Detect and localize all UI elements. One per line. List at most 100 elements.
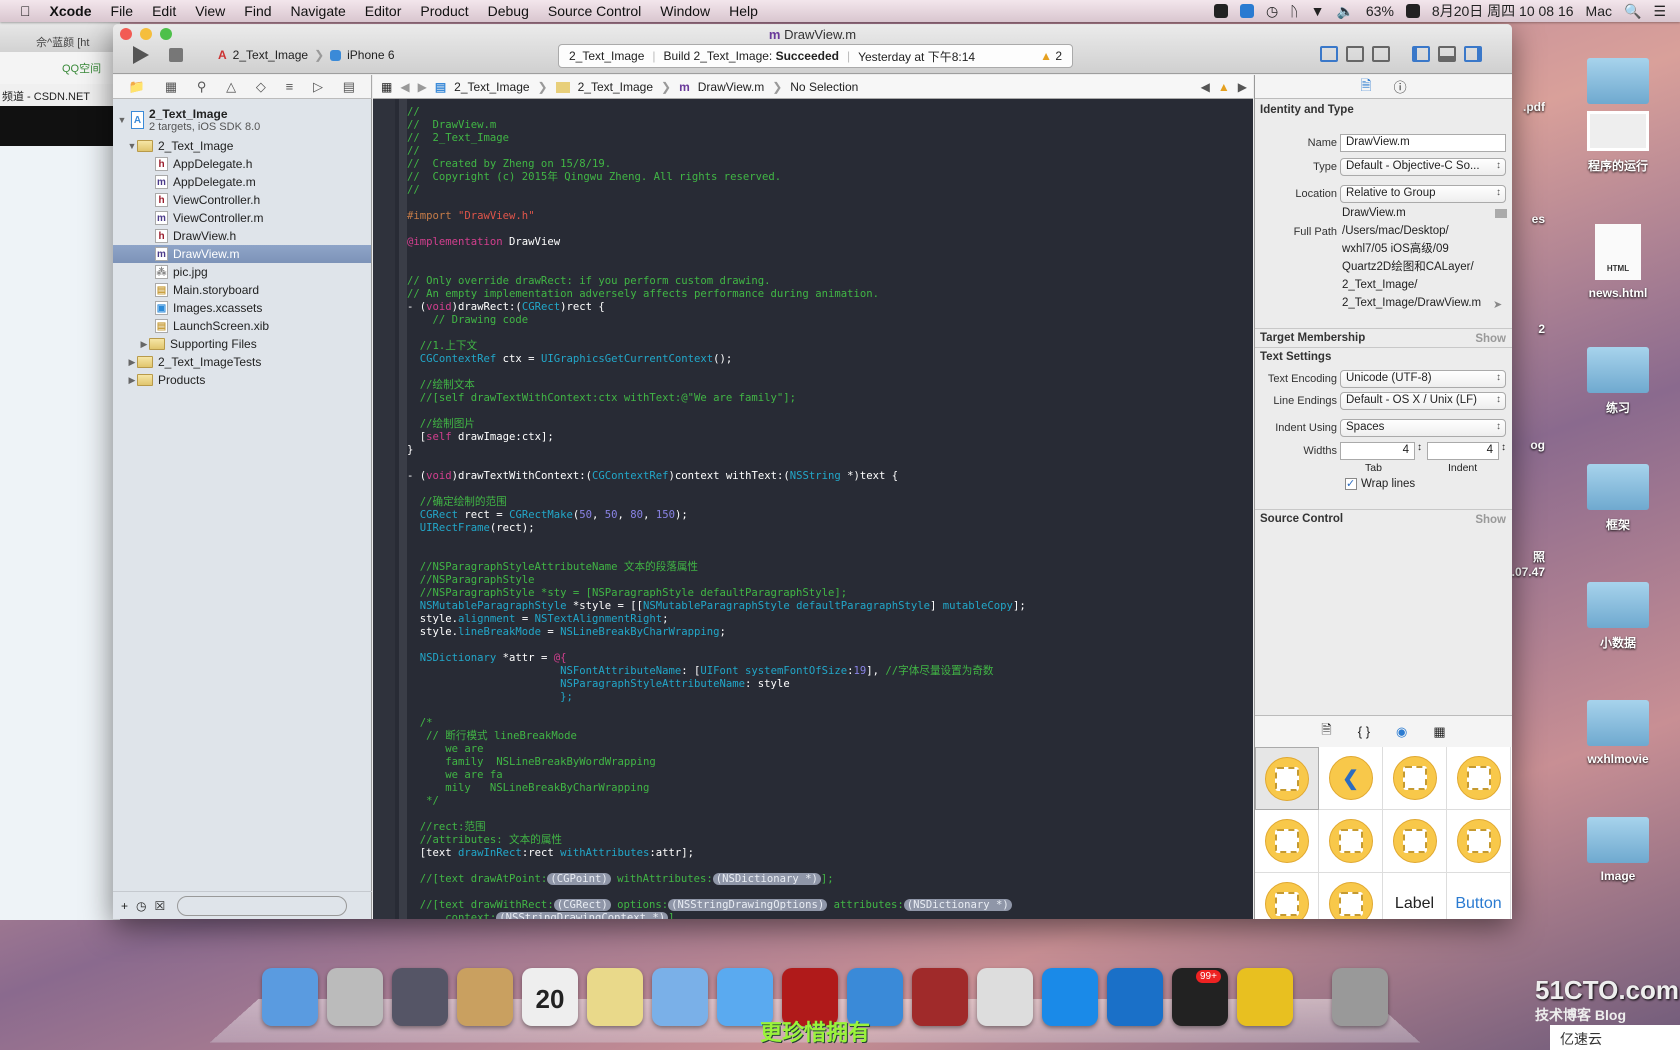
target-membership-header[interactable]: Target Membership Show xyxy=(1255,328,1512,348)
desktop-icon[interactable]: Image xyxy=(1568,817,1668,883)
library-item-navigation[interactable]: ❮ xyxy=(1319,747,1383,810)
menu-help[interactable]: Help xyxy=(729,3,758,19)
debug-navigator-icon[interactable]: ≡ xyxy=(286,79,294,94)
library-item-table[interactable] xyxy=(1383,747,1447,810)
file-item[interactable]: h AppDelegate.h xyxy=(113,155,371,173)
project-root[interactable]: ▼ A 2_Text_Image 2 targets, iOS SDK 8.0 xyxy=(113,105,371,135)
dock-finder-icon[interactable] xyxy=(262,968,318,1026)
dock-notes-icon[interactable] xyxy=(587,968,643,1026)
file-item[interactable]: h ViewController.h xyxy=(113,191,371,209)
warning-badge[interactable]: ▲ 2 xyxy=(1040,49,1062,63)
library-item-toolbar[interactable] xyxy=(1319,810,1383,873)
source-control-show[interactable]: Show xyxy=(1475,514,1506,526)
library-item-object[interactable] xyxy=(1447,810,1511,873)
file-item[interactable]: h DrawView.h xyxy=(113,227,371,245)
issue-navigator-icon[interactable]: △ xyxy=(226,79,236,95)
navigator-filter-input[interactable] xyxy=(177,895,348,916)
scheme-name[interactable]: 2_Text_Image xyxy=(233,48,308,62)
quick-help-icon[interactable]: ⓘ xyxy=(1394,77,1407,96)
dock-dictionary-icon[interactable] xyxy=(912,968,968,1026)
library-item-button[interactable]: Button xyxy=(1447,873,1511,919)
browser-tab[interactable]: 佘^蓝颜 [ht xyxy=(0,22,120,52)
disclosure-closed-icon[interactable]: ▶ xyxy=(127,375,137,386)
stop-button[interactable] xyxy=(169,48,183,62)
tab-width-field[interactable]: 4 xyxy=(1340,442,1415,460)
library-item-tab-bar[interactable] xyxy=(1447,747,1511,810)
desktop-icon[interactable]: 练习 xyxy=(1568,346,1668,416)
apple-menu-icon[interactable]:  xyxy=(20,3,31,19)
file-item[interactable]: ▶ Supporting Files xyxy=(113,335,371,353)
indent-width-field[interactable]: 4 xyxy=(1427,442,1499,460)
desktop-icon[interactable]: 程序的运行 xyxy=(1568,111,1668,174)
code-text[interactable]: //// DrawView.m// 2_Text_Image//// Creat… xyxy=(407,106,1026,919)
file-item[interactable]: ▶ Products xyxy=(113,371,371,389)
unsaved-filter-icon[interactable]: ☒ xyxy=(155,899,166,913)
jumpbar-item[interactable]: 2_Text_Image xyxy=(578,80,653,94)
dock-contacts-icon[interactable] xyxy=(457,968,513,1026)
browser-bookmark-qzone[interactable]: QQ空间 xyxy=(0,52,120,84)
clock[interactable]: 8月20日 周四 10 08 16 xyxy=(1432,1,1574,21)
object-library-icon[interactable]: ◉ xyxy=(1396,724,1407,740)
issue-warning-icon[interactable]: ▲ xyxy=(1218,80,1230,94)
placeholder-token[interactable]: (CGRect) xyxy=(553,899,611,911)
dock-safari-icon[interactable] xyxy=(977,968,1033,1026)
test-navigator-icon[interactable]: ◇ xyxy=(256,79,266,95)
time-machine-icon[interactable]: ◷ xyxy=(1266,3,1278,20)
scheme-selector[interactable]: A 2_Text_Image ❯ iPhone 6 xyxy=(218,48,395,62)
file-template-library-icon[interactable]: 🗎 xyxy=(1321,721,1331,743)
dock-qq-icon[interactable]: 99+ xyxy=(1172,968,1228,1026)
menu-editor[interactable]: Editor xyxy=(365,3,402,19)
line-endings-popup[interactable]: Default - OS X / Unix (LF) xyxy=(1340,392,1506,410)
symbol-navigator-icon[interactable]: ▦ xyxy=(165,79,177,95)
version-editor-icon[interactable] xyxy=(1372,46,1390,62)
file-item[interactable]: ▼ 2_Text_Image xyxy=(113,137,371,155)
next-issue-icon[interactable]: ▶ xyxy=(1238,80,1247,94)
placeholder-token[interactable]: (NSDictionary *) xyxy=(903,899,1012,911)
file-item[interactable]: m DrawView.m xyxy=(113,245,371,263)
menu-window[interactable]: Window xyxy=(660,3,710,19)
wifi-icon[interactable]: ▼ xyxy=(1311,3,1325,19)
menu-file[interactable]: File xyxy=(111,3,134,19)
device-name[interactable]: iPhone 6 xyxy=(347,48,394,62)
file-item[interactable]: ▤ LaunchScreen.xib xyxy=(113,317,371,335)
file-item[interactable]: ⁂ pic.jpg xyxy=(113,263,371,281)
file-item[interactable]: ▣ Images.xcassets xyxy=(113,299,371,317)
dock-music-icon[interactable] xyxy=(1237,968,1293,1026)
placeholder-token[interactable]: (NSStringDrawingOptions) xyxy=(668,899,828,911)
file-item[interactable]: ▤ Main.storyboard xyxy=(113,281,371,299)
recent-files-icon[interactable]: ◷ xyxy=(136,899,146,913)
volume-icon[interactable]: 🔈 xyxy=(1336,3,1353,20)
disclosure-closed-icon[interactable]: ▶ xyxy=(127,357,137,368)
menu-edit[interactable]: Edit xyxy=(152,3,176,19)
placeholder-token[interactable]: (NSDictionary *) xyxy=(712,873,821,885)
s-app-icon[interactable] xyxy=(1405,4,1420,18)
bluetooth-icon[interactable]: ᚢ xyxy=(1290,3,1298,19)
media-library-icon[interactable]: ▦ xyxy=(1433,724,1445,740)
library-item-split-view[interactable] xyxy=(1255,810,1319,873)
placeholder-token[interactable]: (CGPoint) xyxy=(547,873,611,885)
dock-launchpad-icon[interactable] xyxy=(327,968,383,1026)
back-icon[interactable]: ◀ xyxy=(400,80,409,94)
disclosure-open-icon[interactable]: ▼ xyxy=(127,141,137,151)
placeholder-token[interactable]: (NSStringDrawingContext *) xyxy=(496,912,669,919)
related-items-icon[interactable]: ▦ xyxy=(381,80,392,94)
desktop-icon[interactable]: wxhlmovie xyxy=(1568,699,1668,766)
type-popup[interactable]: Default - Objective-C So... xyxy=(1340,158,1506,176)
target-membership-show[interactable]: Show xyxy=(1475,333,1506,345)
wrap-lines-checkbox[interactable]: ✓ Wrap lines xyxy=(1345,478,1415,490)
prev-issue-icon[interactable]: ◀ xyxy=(1201,80,1210,94)
menu-view[interactable]: View xyxy=(195,3,225,19)
indent-using-popup[interactable]: Spaces xyxy=(1340,419,1506,437)
spotlight-icon[interactable]: 🔍 xyxy=(1624,3,1641,20)
project-navigator-icon[interactable]: 📁 xyxy=(129,79,145,95)
menu-source-control[interactable]: Source Control xyxy=(548,3,641,19)
dock-calendar-icon[interactable]: 20 xyxy=(522,968,578,1026)
forward-icon[interactable]: ▶ xyxy=(418,80,427,94)
library-item-player[interactable] xyxy=(1319,873,1383,919)
toggle-navigator-icon[interactable] xyxy=(1412,46,1430,62)
file-item[interactable]: m ViewController.m xyxy=(113,209,371,227)
library-item-image-view[interactable] xyxy=(1383,810,1447,873)
encoding-popup[interactable]: Unicode (UTF-8) xyxy=(1340,370,1506,388)
dock-qq-browser-icon[interactable] xyxy=(1042,968,1098,1026)
disclosure-closed-icon[interactable]: ▶ xyxy=(139,339,149,350)
